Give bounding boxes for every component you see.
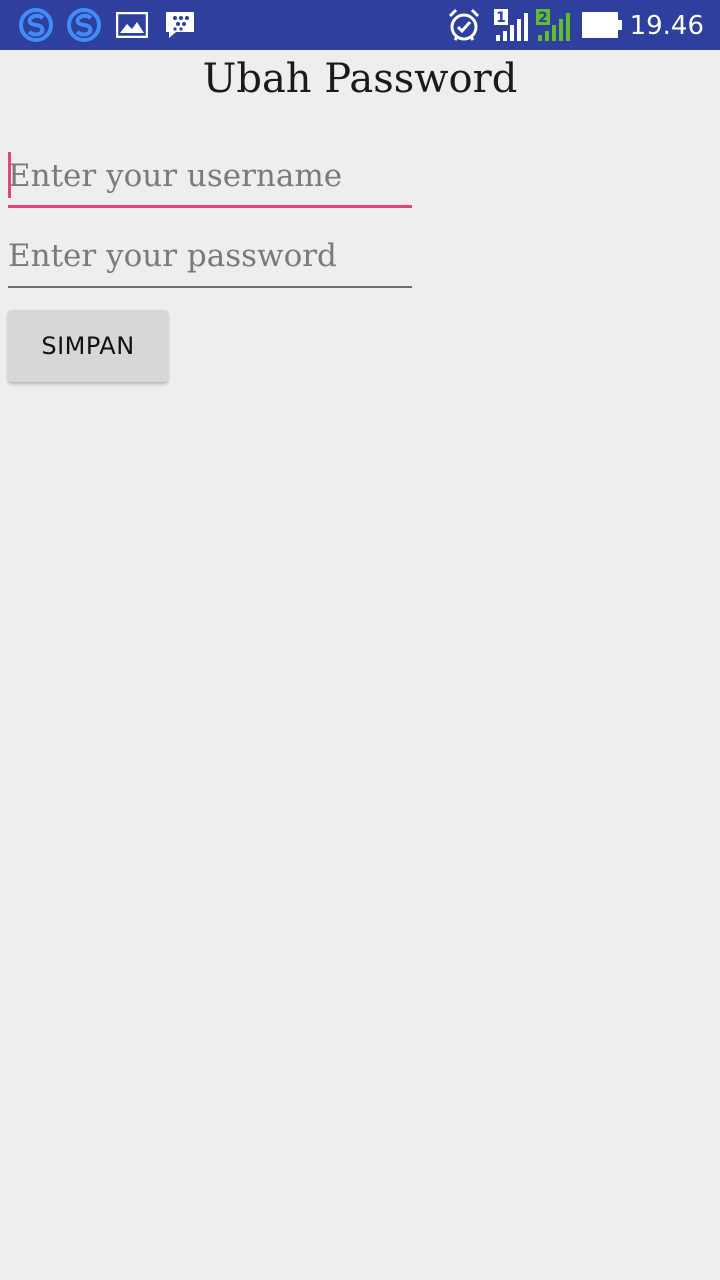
username-field-container [8,148,412,208]
clock: 19.46 [629,11,704,41]
username-input[interactable] [8,148,412,204]
page-title: Ubah Password [202,56,518,102]
gallery-icon [114,0,150,50]
password-input[interactable] [8,228,412,284]
svg-text:1: 1 [496,10,506,26]
s-app-icon [16,0,56,50]
password-field-container [8,228,412,288]
status-bar: 1 2 19.46 [0,0,720,50]
svg-text:2: 2 [538,10,548,26]
battery-icon [580,0,624,50]
alarm-icon [444,0,484,50]
save-button[interactable]: SIMPAN [8,310,168,382]
username-underline [8,205,412,208]
signal-sim2-icon: 2 [534,0,572,50]
s-app-icon [64,0,104,50]
bbm-icon [162,0,198,50]
signal-sim1-icon: 1 [492,0,530,50]
text-cursor [8,152,11,198]
password-underline [8,286,412,288]
